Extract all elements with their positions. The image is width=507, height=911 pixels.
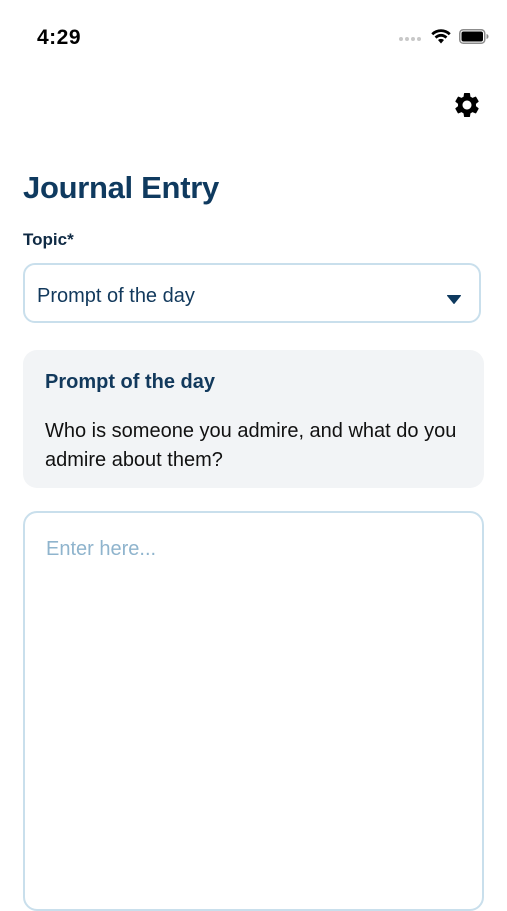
status-bar: 4:29: [0, 0, 507, 60]
journal-entry-input[interactable]: [27, 515, 480, 895]
prompt-card: Prompt of the day Who is someone you adm…: [23, 350, 484, 488]
topic-label: Topic*: [23, 230, 74, 249]
wifi-icon: [431, 28, 451, 49]
journal-entry-box: [23, 511, 484, 911]
settings-button[interactable]: [451, 91, 483, 123]
page-title: Journal Entry: [23, 170, 219, 205]
gear-icon: [452, 90, 482, 125]
prompt-card-title: Prompt of the day: [45, 371, 216, 393]
signal-dots-icon: [399, 36, 421, 41]
caret-down-icon: [447, 291, 461, 309]
battery-icon: [459, 28, 489, 49]
topic-select-value: Prompt of the day: [37, 285, 195, 307]
topic-select[interactable]: Prompt of the day: [23, 263, 481, 323]
status-time: 4:29: [37, 26, 82, 49]
status-icons: [399, 28, 489, 49]
prompt-card-text: Who is someone you admire, and what do y…: [45, 420, 457, 471]
